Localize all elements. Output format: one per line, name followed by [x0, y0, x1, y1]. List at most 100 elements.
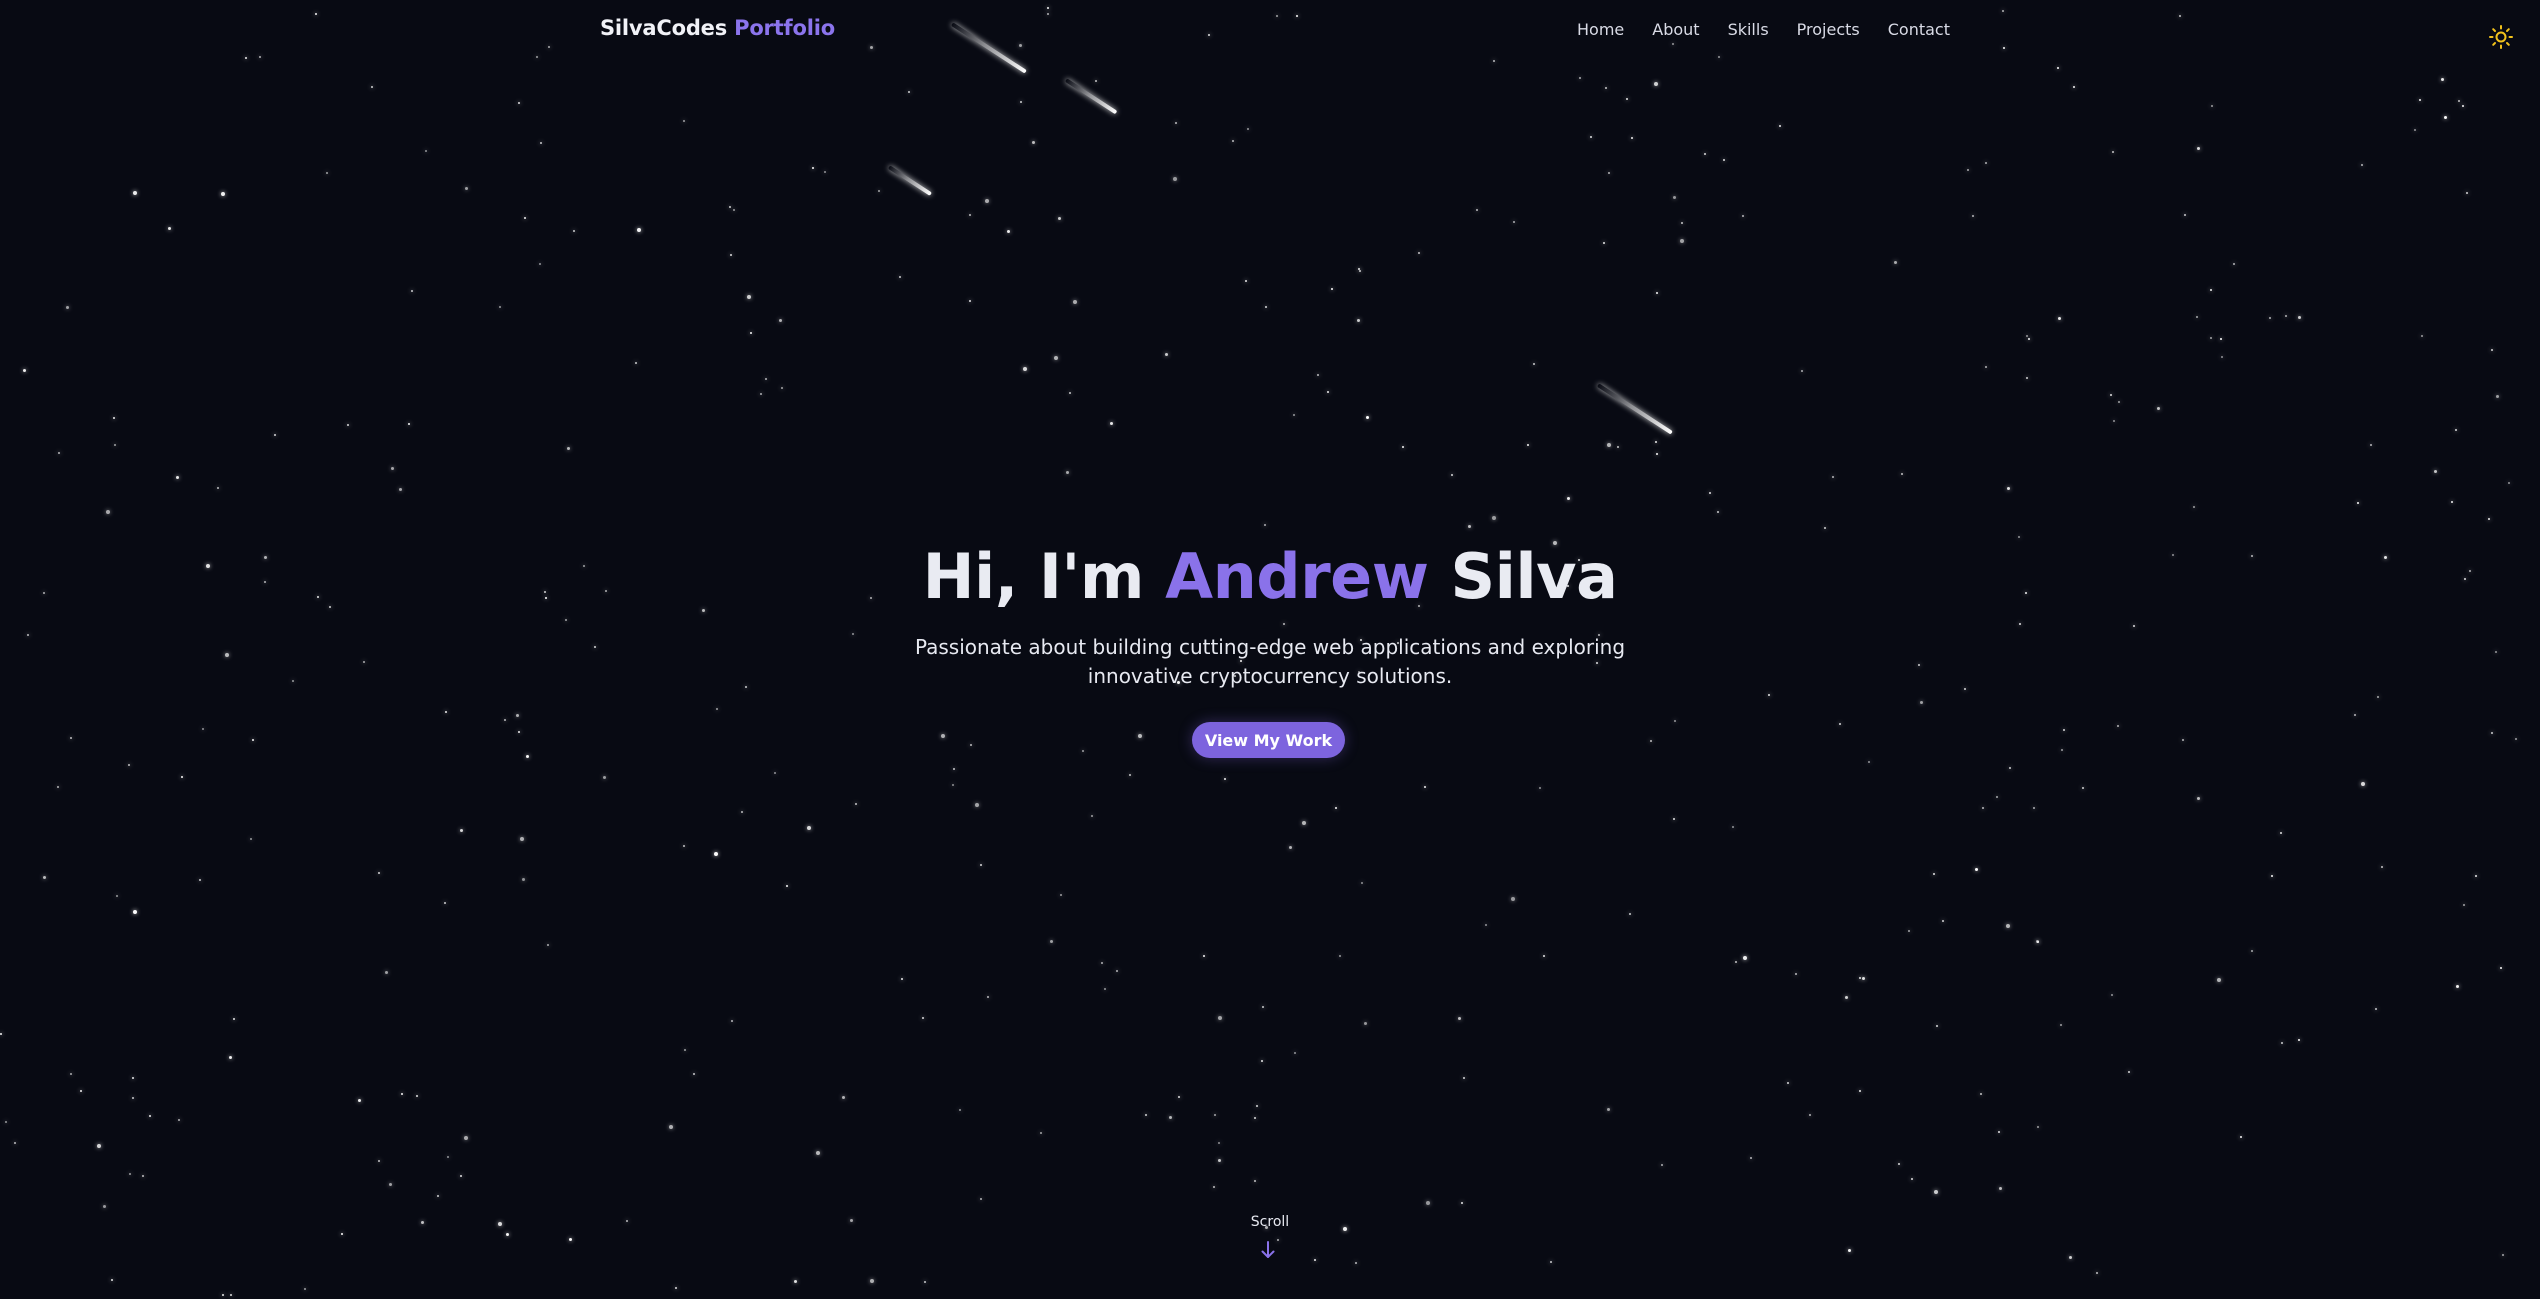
star: [2285, 315, 2287, 317]
star: [1654, 82, 1658, 86]
star: [683, 120, 685, 122]
star: [567, 447, 570, 450]
site-logo[interactable]: SilvaCodes Portfolio: [600, 16, 835, 40]
star: [870, 46, 873, 49]
star: [908, 91, 910, 93]
star: [2009, 767, 2011, 769]
star: [2221, 356, 2223, 358]
star: [1661, 1164, 1663, 1166]
scroll-label[interactable]: Scroll: [0, 1214, 2540, 1230]
star: [133, 910, 137, 914]
star: [1138, 734, 1142, 738]
star: [1262, 1006, 1264, 1008]
star: [603, 776, 606, 779]
star: [569, 1238, 572, 1241]
star: [2028, 338, 2030, 340]
star: [1996, 796, 1998, 798]
star: [1032, 141, 1035, 144]
star: [2220, 338, 2222, 340]
star: [1302, 821, 1306, 825]
nav-link-contact[interactable]: Contact: [1888, 20, 1950, 39]
star: [1527, 444, 1529, 446]
star: [1361, 882, 1363, 884]
star: [1066, 471, 1069, 474]
star: [684, 1049, 686, 1051]
star: [2240, 1136, 2242, 1138]
star: [1218, 1159, 1221, 1162]
star: [1732, 826, 1734, 828]
shooting-star: [1064, 78, 1118, 115]
star: [1809, 1114, 1811, 1116]
hero-first-name: Andrew: [1165, 540, 1429, 613]
star: [168, 227, 171, 230]
star: [464, 1136, 468, 1140]
nav-link-about[interactable]: About: [1652, 20, 1699, 39]
star: [1859, 977, 1861, 979]
star: [341, 1233, 343, 1235]
star: [526, 755, 529, 758]
star: [2036, 940, 2039, 943]
star: [1293, 414, 1295, 416]
star: [391, 467, 394, 470]
star: [1173, 177, 1177, 181]
star: [1232, 140, 1234, 142]
star: [901, 978, 903, 980]
nav-link-skills[interactable]: Skills: [1728, 20, 1769, 39]
star: [80, 1090, 82, 1092]
hero-heading: Hi, I'm Andrew Silva: [0, 540, 2540, 613]
star: [524, 217, 526, 219]
star: [1331, 288, 1333, 290]
star: [1779, 125, 1781, 127]
nav-link-projects[interactable]: Projects: [1797, 20, 1860, 39]
star: [1165, 353, 1168, 356]
star: [1476, 209, 1478, 211]
star: [2419, 99, 2421, 101]
star: [2500, 967, 2502, 969]
star: [66, 306, 69, 309]
star: [1868, 761, 1870, 763]
star: [1742, 215, 1744, 217]
star: [1608, 172, 1610, 174]
star: [2117, 725, 2119, 727]
star: [97, 1144, 101, 1148]
star: [1511, 897, 1515, 901]
star: [1276, 15, 1278, 17]
scroll-down-button[interactable]: [1260, 1240, 1276, 1260]
star: [924, 1281, 926, 1283]
star: [729, 206, 731, 208]
star: [221, 192, 225, 196]
star: [378, 1160, 380, 1162]
star: [1967, 169, 1969, 171]
star: [1656, 453, 1658, 455]
star: [2111, 994, 2113, 996]
view-my-work-button[interactable]: View My Work: [1192, 722, 1345, 758]
star: [274, 434, 276, 436]
star: [1898, 1163, 1900, 1165]
star: [941, 734, 945, 738]
star: [1704, 153, 1706, 155]
star: [1463, 1077, 1465, 1079]
star: [2375, 1008, 2377, 1010]
star: [385, 971, 388, 974]
star: [1674, 720, 1676, 722]
star: [1999, 1187, 2002, 1190]
star: [2298, 1039, 2300, 1041]
star: [2061, 749, 2063, 751]
star: [444, 902, 446, 904]
star: [1169, 1116, 1172, 1119]
star: [1104, 988, 1106, 990]
star: [2515, 738, 2517, 740]
star: [1543, 955, 1545, 957]
star: [1218, 1016, 1222, 1020]
star: [1605, 87, 1607, 89]
star: [2466, 192, 2468, 194]
star: [499, 306, 501, 308]
star: [1296, 15, 1298, 17]
star: [816, 1151, 820, 1155]
star: [1451, 474, 1453, 476]
star: [779, 319, 782, 322]
nav-link-home[interactable]: Home: [1577, 20, 1624, 39]
star: [199, 879, 201, 881]
star: [1626, 98, 1628, 100]
theme-toggle-button[interactable]: [2488, 24, 2514, 50]
